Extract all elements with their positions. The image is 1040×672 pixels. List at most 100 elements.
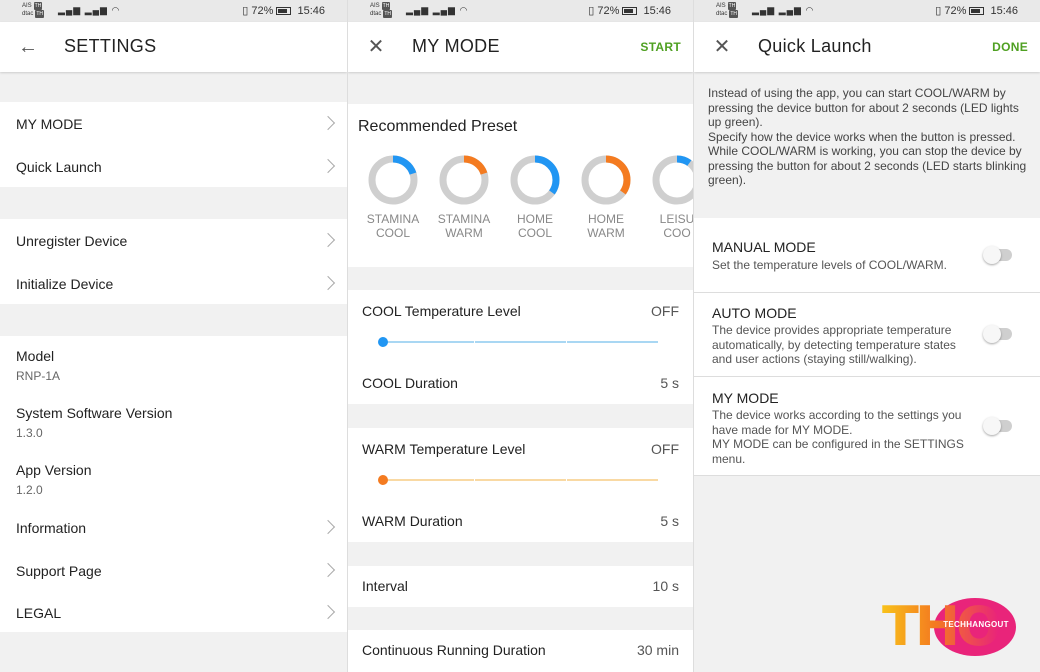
preset-item[interactable]: HOME COOL bbox=[505, 154, 565, 240]
toggle-knob bbox=[983, 246, 1001, 264]
settings-item-initialize[interactable]: Initialize Device bbox=[0, 261, 347, 304]
preset-label-line2: WARM bbox=[445, 226, 483, 240]
preset-item[interactable]: STAMINA COOL bbox=[363, 154, 423, 240]
battery-icon bbox=[622, 7, 638, 16]
settings-app-bar: ← SETTINGS bbox=[0, 22, 347, 72]
preset-label-line2: COOL bbox=[375, 226, 410, 240]
back-arrow-icon[interactable]: ← bbox=[16, 35, 40, 59]
warm-settings: WARM Temperature Level OFF WARM Duration… bbox=[348, 428, 693, 542]
close-icon[interactable]: ✕ bbox=[364, 35, 388, 59]
continuous-row[interactable]: Continuous Running Duration 30 min bbox=[348, 630, 693, 672]
page-title: Quick Launch bbox=[758, 36, 872, 56]
signal-icon: ▂▄▆ ▂▄▆ ◠ bbox=[58, 5, 121, 15]
preset-item[interactable]: LEISU COO bbox=[647, 154, 694, 240]
page-title: SETTINGS bbox=[64, 36, 157, 56]
preset-item[interactable]: HOME WARM bbox=[576, 154, 636, 240]
carrier-info: AIS TH dtac TH bbox=[22, 2, 45, 18]
preset-label-line1: LEISU bbox=[659, 212, 694, 226]
cool-duration-row[interactable]: COOL Duration 5 s bbox=[348, 364, 693, 404]
status-bar: AIS TH dtac TH ▂▄▆ ▂▄▆ ◠ ▯ 72% 15:46 bbox=[348, 0, 693, 22]
quick-launch-app-bar: ✕ Quick Launch DONE bbox=[694, 22, 1040, 72]
carrier-info: AIS TH dtac TH bbox=[370, 2, 393, 18]
my-mode-option[interactable]: MY MODE The device works according to th… bbox=[694, 377, 1040, 476]
cool-slider-thumb[interactable] bbox=[378, 337, 388, 347]
preset-label: HOME WARM bbox=[576, 212, 636, 240]
chevron-right-icon bbox=[320, 275, 336, 291]
preset-ring-icon bbox=[652, 155, 693, 205]
signal-icon: ▂▄▆ ▂▄▆ ◠ bbox=[406, 5, 469, 15]
settings-item-information[interactable]: Information bbox=[0, 507, 347, 549]
preset-label-line1: HOME bbox=[517, 212, 553, 226]
clock: 15:46 bbox=[643, 5, 671, 17]
preset-ring-icon bbox=[510, 155, 560, 205]
manual-mode-option[interactable]: MANUAL MODE Set the temperature levels o… bbox=[694, 218, 1040, 293]
chevron-right-icon bbox=[320, 158, 336, 174]
battery-percent: 72% bbox=[944, 5, 967, 17]
manual-mode-toggle[interactable] bbox=[983, 246, 1012, 264]
warm-duration-value: 5 s bbox=[660, 513, 679, 529]
preset-label: STAMINA COOL bbox=[363, 212, 423, 240]
battery-percent: 72% bbox=[597, 5, 620, 17]
quick-launch-screen: AIS TH dtac TH ▂▄▆ ▂▄▆ ◠ ▯ 72% 15:46 ✕ Qui… bbox=[694, 0, 1040, 672]
clock: 15:46 bbox=[990, 5, 1018, 17]
preset-section: Recommended Preset STAMINA COOL STAMINA WAR… bbox=[348, 104, 693, 267]
vibrate-icon: ▯ bbox=[588, 5, 595, 17]
start-button[interactable]: START bbox=[640, 40, 681, 54]
techhangout-logo: THO TECHHANGOUT bbox=[882, 598, 1016, 656]
settings-screen: AIS TH dtac TH ▂▄▆ ▂▄▆ ◠ ▯ 72% 15:46 ← SET… bbox=[0, 0, 348, 672]
chevron-right-icon bbox=[320, 562, 336, 578]
settings-group-modes: MY MODE Quick Launch bbox=[0, 102, 347, 187]
chevron-right-icon bbox=[320, 232, 336, 248]
settings-item-my-mode[interactable]: MY MODE bbox=[0, 102, 347, 144]
cool-settings: COOL Temperature Level OFF COOL Duration… bbox=[348, 290, 693, 404]
battery-icon bbox=[969, 7, 985, 16]
close-icon[interactable]: ✕ bbox=[710, 35, 734, 59]
preset-ring-track bbox=[652, 155, 693, 205]
my-mode-toggle[interactable] bbox=[983, 417, 1012, 435]
chevron-right-icon bbox=[320, 115, 336, 131]
toggle-knob bbox=[983, 325, 1001, 343]
my-mode-app-bar: ✕ MY MODE START bbox=[348, 22, 693, 72]
preset-label: STAMINA WARM bbox=[434, 212, 494, 240]
cool-level-row: COOL Temperature Level OFF bbox=[348, 290, 693, 360]
preset-label: HOME COOL bbox=[505, 212, 565, 240]
preset-label-line1: STAMINA bbox=[366, 212, 420, 226]
clock: 15:46 bbox=[297, 5, 325, 17]
quick-launch-info: Instead of using the app, you can start … bbox=[708, 86, 1027, 187]
cool-level-value: OFF bbox=[651, 303, 679, 319]
auto-mode-toggle[interactable] bbox=[983, 325, 1012, 343]
preset-label-line1: STAMINA bbox=[437, 212, 491, 226]
preset-label-line2: COOL bbox=[517, 226, 552, 240]
preset-label-line2: WARM bbox=[587, 226, 625, 240]
signal-icon: ▂▄▆ ▂▄▆ ◠ bbox=[752, 5, 815, 15]
cool-level-slider[interactable] bbox=[382, 340, 658, 344]
interval-row[interactable]: Interval 10 s bbox=[348, 566, 693, 607]
auto-mode-option[interactable]: AUTO MODE The device provides appropriat… bbox=[694, 293, 1040, 377]
preset-ring-icon bbox=[581, 155, 631, 205]
status-right: ▯ 72% 15:46 bbox=[935, 4, 1018, 17]
vibrate-icon: ▯ bbox=[242, 5, 249, 17]
settings-item-support[interactable]: Support Page bbox=[0, 549, 347, 591]
chevron-right-icon bbox=[320, 604, 336, 620]
settings-item-legal[interactable]: LEGAL bbox=[0, 591, 347, 632]
page-title: MY MODE bbox=[412, 36, 500, 56]
interval-value: 10 s bbox=[652, 578, 679, 594]
preset-item[interactable]: STAMINA WARM bbox=[434, 154, 494, 240]
settings-item-model: Model RNP-1A bbox=[16, 348, 61, 383]
warm-duration-row[interactable]: WARM Duration 5 s bbox=[348, 502, 693, 542]
settings-item-app-version: App Version 1.2.0 bbox=[16, 462, 92, 497]
done-button[interactable]: DONE bbox=[992, 40, 1028, 54]
warm-slider-thumb[interactable] bbox=[378, 475, 388, 485]
settings-group-about: Model RNP-1A System Software Version 1.3… bbox=[0, 336, 347, 632]
preset-label-line2: COO bbox=[663, 226, 691, 240]
preset-heading: Recommended Preset bbox=[358, 118, 518, 135]
warm-level-slider[interactable] bbox=[382, 478, 658, 482]
toggle-knob bbox=[983, 417, 1001, 435]
status-right: ▯ 72% 15:46 bbox=[588, 4, 671, 17]
vibrate-icon: ▯ bbox=[935, 5, 942, 17]
preset-label: LEISU COO bbox=[647, 212, 694, 240]
status-bar: AIS TH dtac TH ▂▄▆ ▂▄▆ ◠ ▯ 72% 15:46 bbox=[0, 0, 347, 22]
settings-item-quick-launch[interactable]: Quick Launch bbox=[0, 144, 347, 187]
warm-level-row: WARM Temperature Level OFF bbox=[348, 428, 693, 498]
settings-item-unregister[interactable]: Unregister Device bbox=[0, 219, 347, 261]
